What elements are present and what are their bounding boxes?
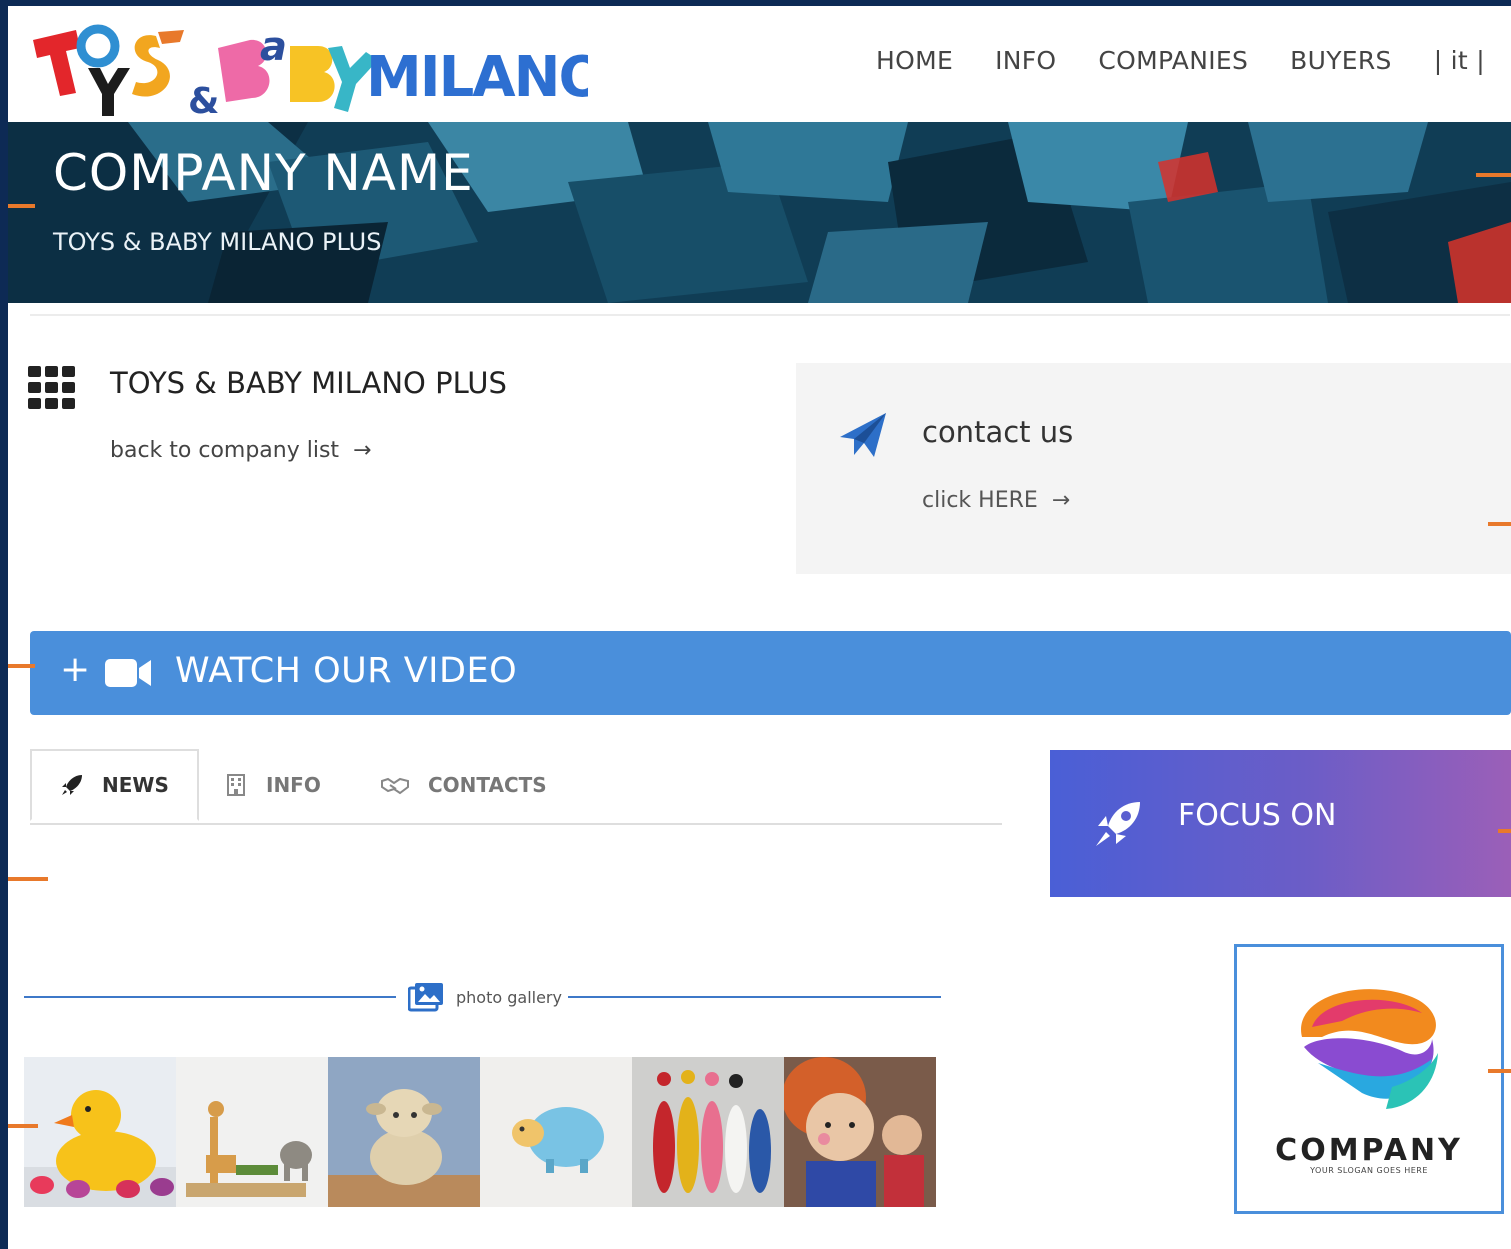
hero-title: COMPANY NAME [53, 144, 474, 202]
video-camera-icon [105, 659, 151, 687]
gallery-photo-plush-sheep[interactable] [328, 1057, 480, 1207]
main-nav: HOME INFO COMPANIES BUYERS | it | [876, 46, 1485, 75]
arrow-right-icon: → [346, 438, 372, 463]
svg-text:MILANO: MILANO [366, 45, 588, 110]
grid-icon [28, 366, 75, 409]
nav-companies[interactable]: COMPANIES [1098, 46, 1248, 75]
rocket-icon [62, 775, 82, 795]
accent-tick [1476, 173, 1511, 177]
site-header: & a MILANO HOME INFO COMPANIES BUYERS | … [8, 6, 1511, 122]
contact-title: contact us [922, 415, 1074, 449]
language-switch[interactable]: | it | [1434, 46, 1485, 75]
tab-info[interactable]: INFO [224, 749, 321, 821]
gallery-photo-skittles[interactable] [632, 1057, 784, 1207]
company-swirl-logo [1301, 989, 1438, 1109]
contact-click-here-link[interactable]: click HERE → [922, 488, 1070, 513]
paper-plane-icon [840, 413, 886, 457]
company-logo-word: COMPANY [1275, 1133, 1463, 1168]
tab-contacts[interactable]: CONTACTS [380, 749, 547, 821]
back-link-label: back to company list [110, 438, 340, 463]
accent-tick [8, 877, 48, 881]
gallery-rule-left [24, 996, 396, 998]
contact-link-label: click HERE [922, 488, 1038, 513]
rocket-icon [1096, 802, 1140, 846]
svg-text:&: & [188, 81, 219, 118]
watch-video-toggle[interactable]: + WATCH OUR VIDEO [30, 631, 1511, 715]
gallery-photo-ducks[interactable] [24, 1057, 176, 1207]
site-logo[interactable]: & a MILANO [28, 18, 606, 122]
photo-gallery [24, 1057, 936, 1207]
gallery-photo-knitted-dolls[interactable] [784, 1057, 936, 1207]
page: & a MILANO HOME INFO COMPANIES BUYERS | … [8, 6, 1511, 1249]
accent-tick [8, 204, 35, 208]
gallery-photo-wooden-animals[interactable] [176, 1057, 328, 1207]
focus-on-label: FOCUS ON [1178, 798, 1337, 833]
focus-on-button[interactable]: FOCUS ON [1050, 750, 1511, 897]
nav-home[interactable]: HOME [876, 46, 953, 75]
arrow-right-icon: → [1044, 488, 1071, 513]
tab-news-label: NEWS [102, 773, 169, 797]
hero-subtitle: TOYS & BABY MILANO PLUS [53, 228, 382, 256]
accent-tick [1488, 1069, 1511, 1073]
accent-tick [8, 1124, 38, 1128]
svg-text:a: a [260, 24, 287, 70]
tab-bar: NEWS INFO CONTACTS [30, 749, 1002, 825]
accent-tick [1488, 522, 1511, 526]
tab-info-label: INFO [266, 773, 321, 797]
company-name: TOYS & BABY MILANO PLUS [110, 366, 507, 400]
company-logo-slogan: YOUR SLOGAN GOES HERE [1310, 1166, 1428, 1175]
accent-tick [1498, 829, 1511, 833]
accent-tick [8, 664, 35, 668]
back-to-company-list-link[interactable]: back to company list → [110, 438, 372, 463]
gallery-photo-blue-sheep[interactable] [480, 1057, 632, 1207]
building-icon [227, 774, 245, 796]
watch-video-label: WATCH OUR VIDEO [175, 651, 518, 691]
plus-icon: + [60, 649, 91, 690]
nav-buyers[interactable]: BUYERS [1290, 46, 1392, 75]
hero-banner: COMPANY NAME TOYS & BABY MILANO PLUS [8, 122, 1511, 303]
company-logo-box[interactable]: COMPANY YOUR SLOGAN GOES HERE [1234, 944, 1504, 1214]
tab-news[interactable]: NEWS [30, 749, 199, 821]
nav-info[interactable]: INFO [995, 46, 1056, 75]
divider [30, 314, 1510, 316]
photo-gallery-label: photo gallery [456, 988, 562, 1007]
handshake-icon [381, 777, 409, 795]
gallery-rule-right [568, 996, 941, 998]
contact-box: contact us click HERE → [796, 363, 1511, 574]
tab-contacts-label: CONTACTS [428, 773, 547, 797]
photo-gallery-icon [408, 983, 443, 1012]
